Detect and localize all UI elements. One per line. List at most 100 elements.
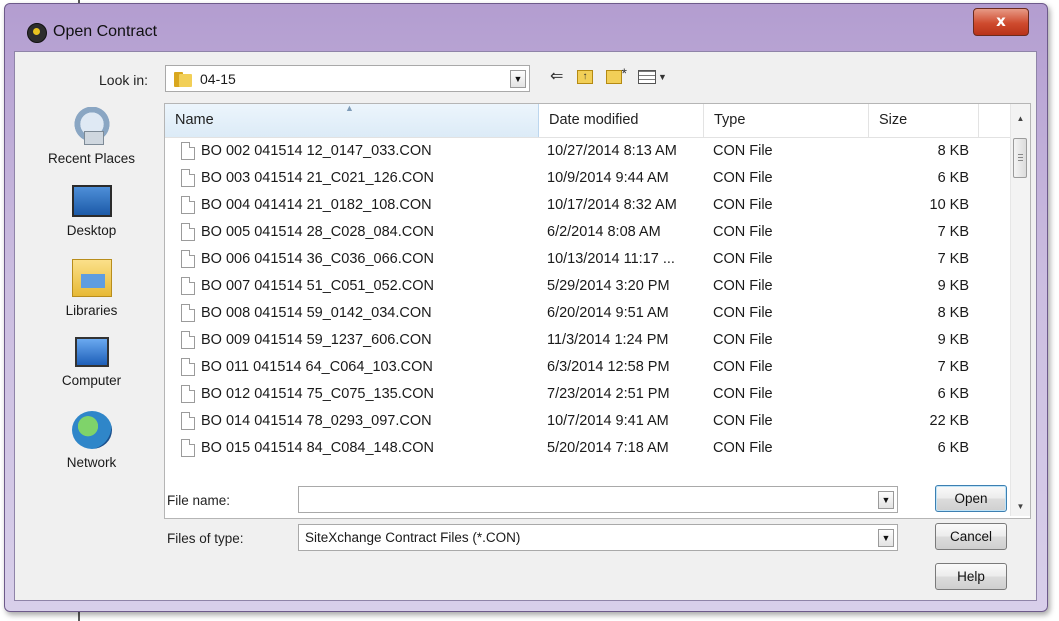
- file-date: 5/20/2014 7:18 AM: [547, 440, 669, 456]
- file-type: CON File: [713, 305, 773, 321]
- file-name: BO 008 041514 59_0142_034.CON: [201, 305, 432, 321]
- file-date: 7/23/2014 2:51 PM: [547, 386, 670, 402]
- places-bar: Recent Places Desktop Libraries Computer…: [29, 107, 154, 523]
- scroll-up-icon[interactable]: ▲: [1011, 114, 1030, 123]
- scrollbar-thumb[interactable]: [1013, 138, 1027, 178]
- place-network[interactable]: Network: [29, 411, 154, 470]
- file-icon: [181, 412, 195, 430]
- open-button[interactable]: Open: [935, 485, 1007, 512]
- chevron-down-icon[interactable]: ▼: [878, 529, 894, 547]
- file-type: CON File: [713, 359, 773, 375]
- file-name: BO 011 041514 64_C064_103.CON: [201, 359, 433, 375]
- file-name: BO 004 041414 21_0182_108.CON: [201, 197, 432, 213]
- place-recent-places[interactable]: Recent Places: [29, 107, 154, 166]
- file-name: BO 014 041514 78_0293_097.CON: [201, 413, 432, 429]
- folder-icon: [174, 72, 192, 87]
- column-header-type[interactable]: Type: [704, 104, 869, 137]
- chevron-down-icon[interactable]: ▼: [510, 70, 526, 88]
- file-icon: [181, 331, 195, 349]
- view-menu-icon[interactable]: [638, 70, 656, 84]
- file-date: 5/29/2014 3:20 PM: [547, 278, 670, 294]
- table-row[interactable]: BO 009 041514 59_1237_606.CON 11/3/2014 1…: [165, 328, 1010, 355]
- window-title: Open Contract: [53, 23, 158, 40]
- files-of-type-value: SiteXchange Contract Files (*.CON): [305, 530, 521, 545]
- file-date: 6/20/2014 9:51 AM: [547, 305, 669, 321]
- table-row[interactable]: BO 003 041514 21_C021_126.CON 10/9/2014 9…: [165, 166, 1010, 193]
- grip-icon: [1018, 154, 1023, 155]
- file-size: 8 KB: [937, 305, 969, 321]
- new-folder-icon[interactable]: [606, 63, 627, 84]
- file-icon: [181, 385, 195, 403]
- file-icon: [181, 358, 195, 376]
- table-row[interactable]: BO 008 041514 59_0142_034.CON 6/20/2014 9…: [165, 301, 1010, 328]
- place-computer[interactable]: Computer: [29, 337, 154, 388]
- file-name-label: File name:: [167, 493, 231, 508]
- file-type: CON File: [713, 224, 773, 240]
- file-name: BO 005 041514 28_C028_084.CON: [201, 224, 434, 240]
- file-name-input[interactable]: ▼: [298, 486, 898, 513]
- column-label-name: Name: [175, 112, 214, 128]
- table-row[interactable]: BO 014 041514 78_0293_097.CON 10/7/2014 9…: [165, 409, 1010, 436]
- title-bar[interactable]: Open Contract x: [5, 4, 1047, 46]
- table-row[interactable]: BO 002 041514 12_0147_033.CON 10/27/2014 …: [165, 139, 1010, 166]
- file-icon: [181, 277, 195, 295]
- file-size: 22 KB: [929, 413, 970, 429]
- view-menu-chevron-icon[interactable]: ▼: [658, 67, 667, 87]
- file-type: CON File: [713, 197, 773, 213]
- network-icon: [71, 411, 112, 449]
- files-of-type-label: Files of type:: [167, 531, 244, 546]
- chevron-down-icon[interactable]: ▼: [878, 491, 894, 509]
- vertical-scrollbar[interactable]: ▲ ▼: [1010, 104, 1030, 516]
- back-arrow-icon[interactable]: ⇐: [550, 67, 563, 87]
- libraries-icon: [71, 259, 112, 297]
- computer-icon: [74, 337, 109, 367]
- help-button[interactable]: Help: [935, 563, 1007, 590]
- place-libraries[interactable]: Libraries: [29, 259, 154, 318]
- column-header-size[interactable]: Size: [869, 104, 979, 137]
- place-label: Recent Places: [47, 151, 136, 166]
- close-button[interactable]: x: [973, 8, 1029, 36]
- table-row[interactable]: BO 007 041514 51_C051_052.CON 5/29/2014 3…: [165, 274, 1010, 301]
- file-size: 6 KB: [937, 386, 969, 402]
- file-type: CON File: [713, 332, 773, 348]
- file-type: CON File: [713, 413, 773, 429]
- file-date: 6/2/2014 8:08 AM: [547, 224, 661, 240]
- file-name: BO 015 041514 84_C084_148.CON: [201, 440, 434, 456]
- file-size: 7 KB: [937, 359, 969, 375]
- table-row[interactable]: BO 005 041514 28_C028_084.CON 6/2/2014 8:…: [165, 220, 1010, 247]
- place-label: Libraries: [65, 303, 118, 318]
- file-date: 11/3/2014 1:24 PM: [547, 332, 669, 348]
- file-date: 10/7/2014 9:41 AM: [547, 413, 669, 429]
- column-header-name[interactable]: Name ▲: [165, 104, 539, 137]
- file-name: BO 009 041514 59_1237_606.CON: [201, 332, 432, 348]
- file-date: 6/3/2014 12:58 PM: [547, 359, 670, 375]
- file-date: 10/13/2014 11:17 ...: [547, 251, 675, 267]
- up-folder-icon[interactable]: ↑: [577, 70, 593, 84]
- look-in-dropdown[interactable]: 04-15 ▼: [165, 65, 530, 92]
- file-date: 10/17/2014 8:32 AM: [547, 197, 677, 213]
- file-icon: [181, 250, 195, 268]
- file-name: BO 006 041514 36_C036_066.CON: [201, 251, 434, 267]
- file-name: BO 012 041514 75_C075_135.CON: [201, 386, 434, 402]
- desktop-icon: [71, 185, 112, 217]
- table-row[interactable]: BO 004 041414 21_0182_108.CON 10/17/2014 …: [165, 193, 1010, 220]
- file-date: 10/27/2014 8:13 AM: [547, 143, 677, 159]
- file-icon: [181, 196, 195, 214]
- file-list[interactable]: Name ▲ Date modified Type Size BO 002 04…: [164, 103, 1031, 519]
- table-row[interactable]: BO 011 041514 64_C064_103.CON 6/3/2014 12…: [165, 355, 1010, 382]
- file-name: BO 007 041514 51_C051_052.CON: [201, 278, 434, 294]
- place-desktop[interactable]: Desktop: [29, 185, 154, 238]
- file-size: 6 KB: [937, 440, 969, 456]
- files-of-type-dropdown[interactable]: SiteXchange Contract Files (*.CON) ▼: [298, 524, 898, 551]
- table-row[interactable]: BO 012 041514 75_C075_135.CON 7/23/2014 2…: [165, 382, 1010, 409]
- app-icon: [27, 23, 47, 43]
- scroll-down-icon[interactable]: ▼: [1011, 502, 1030, 511]
- sort-ascending-icon: ▲: [345, 103, 354, 113]
- table-row[interactable]: BO 015 041514 84_C084_148.CON 5/20/2014 7…: [165, 436, 1010, 463]
- table-row[interactable]: BO 006 041514 36_C036_066.CON 10/13/2014 …: [165, 247, 1010, 274]
- file-name: BO 002 041514 12_0147_033.CON: [201, 143, 432, 159]
- place-label: Desktop: [66, 223, 117, 238]
- file-icon: [181, 142, 195, 160]
- column-header-date[interactable]: Date modified: [539, 104, 704, 137]
- cancel-button[interactable]: Cancel: [935, 523, 1007, 550]
